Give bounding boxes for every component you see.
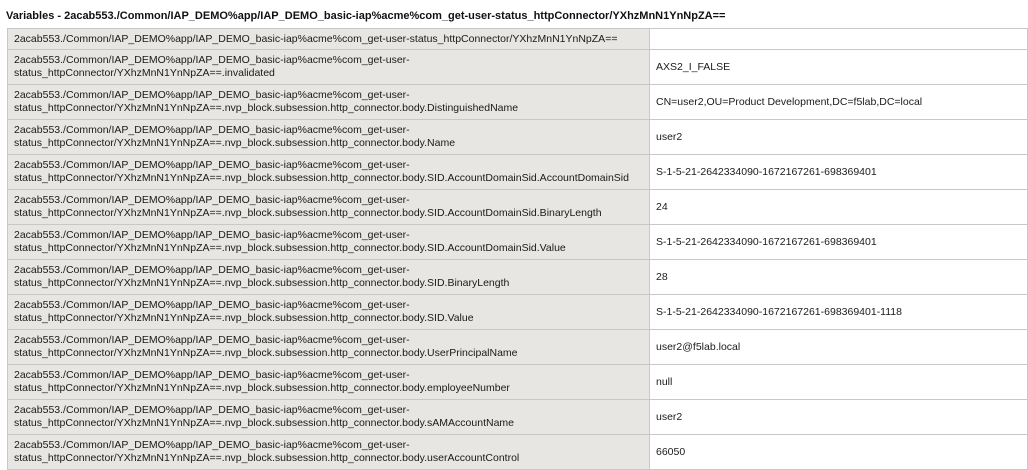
variable-value-cell: S-1-5-21-2642334090-1672167261-698369401… xyxy=(649,294,1028,330)
variable-name-line-2: status_httpConnector/YXhzMnN1YnNpZA==.in… xyxy=(14,67,275,79)
variable-row: 2acab553./Common/IAP_DEMO%app/IAP_DEMO_b… xyxy=(7,329,1028,365)
variables-table-body: 2acab553./Common/IAP_DEMO%app/IAP_DEMO_b… xyxy=(7,28,1028,470)
variable-name-line-2: status_httpConnector/YXhzMnN1YnNpZA==.nv… xyxy=(14,347,518,359)
variable-name-line-1: 2acab553./Common/IAP_DEMO%app/IAP_DEMO_b… xyxy=(14,299,410,311)
variable-name-cell: 2acab553./Common/IAP_DEMO%app/IAP_DEMO_b… xyxy=(7,364,650,400)
variable-name-line-2: status_httpConnector/YXhzMnN1YnNpZA==.nv… xyxy=(14,207,602,219)
variables-title: Variables - 2acab553./Common/IAP_DEMO%ap… xyxy=(0,0,1028,28)
variable-value-cell: 24 xyxy=(649,189,1028,225)
variable-name-line-1: 2acab553./Common/IAP_DEMO%app/IAP_DEMO_b… xyxy=(14,194,410,206)
variable-name-line-1: 2acab553./Common/IAP_DEMO%app/IAP_DEMO_b… xyxy=(14,264,410,276)
variable-name-cell: 2acab553./Common/IAP_DEMO%app/IAP_DEMO_b… xyxy=(7,28,650,50)
variable-row: 2acab553./Common/IAP_DEMO%app/IAP_DEMO_b… xyxy=(7,259,1028,295)
variable-row: 2acab553./Common/IAP_DEMO%app/IAP_DEMO_b… xyxy=(7,294,1028,330)
variable-row: 2acab553./Common/IAP_DEMO%app/IAP_DEMO_b… xyxy=(7,364,1028,400)
variable-name-cell: 2acab553./Common/IAP_DEMO%app/IAP_DEMO_b… xyxy=(7,189,650,225)
variable-name-line-1: 2acab553./Common/IAP_DEMO%app/IAP_DEMO_b… xyxy=(14,54,410,66)
variable-name-line-1: 2acab553./Common/IAP_DEMO%app/IAP_DEMO_b… xyxy=(14,159,410,171)
variable-row: 2acab553./Common/IAP_DEMO%app/IAP_DEMO_b… xyxy=(7,224,1028,260)
variable-name-line-2: status_httpConnector/YXhzMnN1YnNpZA==.nv… xyxy=(14,417,515,429)
variable-value-cell: S-1-5-21-2642334090-1672167261-698369401 xyxy=(649,154,1028,190)
variables-header-row: 2acab553./Common/IAP_DEMO%app/IAP_DEMO_b… xyxy=(7,28,1028,50)
variable-name-line-1: 2acab553./Common/IAP_DEMO%app/IAP_DEMO_b… xyxy=(14,229,410,241)
variable-row: 2acab553./Common/IAP_DEMO%app/IAP_DEMO_b… xyxy=(7,154,1028,190)
variable-name-cell: 2acab553./Common/IAP_DEMO%app/IAP_DEMO_b… xyxy=(7,119,650,155)
variable-row: 2acab553./Common/IAP_DEMO%app/IAP_DEMO_b… xyxy=(7,119,1028,155)
variable-row: 2acab553./Common/IAP_DEMO%app/IAP_DEMO_b… xyxy=(7,189,1028,225)
variable-row: 2acab553./Common/IAP_DEMO%app/IAP_DEMO_b… xyxy=(7,49,1028,85)
variable-name-cell: 2acab553./Common/IAP_DEMO%app/IAP_DEMO_b… xyxy=(7,329,650,365)
variable-name-line-1: 2acab553./Common/IAP_DEMO%app/IAP_DEMO_b… xyxy=(14,334,410,346)
variable-name-line-2: status_httpConnector/YXhzMnN1YnNpZA==.nv… xyxy=(14,382,510,394)
variable-name-line-2: status_httpConnector/YXhzMnN1YnNpZA==.nv… xyxy=(14,452,520,464)
variable-name-line-2: status_httpConnector/YXhzMnN1YnNpZA==.nv… xyxy=(14,242,566,254)
variable-value-cell: 66050 xyxy=(649,434,1028,470)
variable-name-line-2: status_httpConnector/YXhzMnN1YnNpZA==.nv… xyxy=(14,277,510,289)
variable-row: 2acab553./Common/IAP_DEMO%app/IAP_DEMO_b… xyxy=(7,84,1028,120)
variable-name-cell: 2acab553./Common/IAP_DEMO%app/IAP_DEMO_b… xyxy=(7,154,650,190)
variable-row: 2acab553./Common/IAP_DEMO%app/IAP_DEMO_b… xyxy=(7,399,1028,435)
variable-name-line-1: 2acab553./Common/IAP_DEMO%app/IAP_DEMO_b… xyxy=(14,369,410,381)
variable-name-cell: 2acab553./Common/IAP_DEMO%app/IAP_DEMO_b… xyxy=(7,259,650,295)
variable-value-cell: null xyxy=(649,364,1028,400)
variable-name-line-1: 2acab553./Common/IAP_DEMO%app/IAP_DEMO_b… xyxy=(14,89,410,101)
variable-row: 2acab553./Common/IAP_DEMO%app/IAP_DEMO_b… xyxy=(7,434,1028,470)
variable-value-cell: user2 xyxy=(649,119,1028,155)
variable-name-cell: 2acab553./Common/IAP_DEMO%app/IAP_DEMO_b… xyxy=(7,294,650,330)
variable-name-line-2: status_httpConnector/YXhzMnN1YnNpZA==.nv… xyxy=(14,102,519,114)
variable-name-cell: 2acab553./Common/IAP_DEMO%app/IAP_DEMO_b… xyxy=(7,399,650,435)
variable-value-cell: AXS2_I_FALSE xyxy=(649,49,1028,85)
variable-name-line-1: 2acab553./Common/IAP_DEMO%app/IAP_DEMO_b… xyxy=(14,404,410,416)
variable-value-cell xyxy=(649,28,1028,50)
variable-name-line-2: status_httpConnector/YXhzMnN1YnNpZA==.nv… xyxy=(14,172,629,184)
variable-value-cell: CN=user2,OU=Product Development,DC=f5lab… xyxy=(649,84,1028,120)
variable-name-cell: 2acab553./Common/IAP_DEMO%app/IAP_DEMO_b… xyxy=(7,434,650,470)
variable-value-cell: user2 xyxy=(649,399,1028,435)
variable-name-line-1: 2acab553./Common/IAP_DEMO%app/IAP_DEMO_b… xyxy=(14,124,410,136)
variable-name-cell: 2acab553./Common/IAP_DEMO%app/IAP_DEMO_b… xyxy=(7,84,650,120)
variable-name-line-2: status_httpConnector/YXhzMnN1YnNpZA==.nv… xyxy=(14,137,456,149)
variables-table: 2acab553./Common/IAP_DEMO%app/IAP_DEMO_b… xyxy=(7,28,1028,470)
variable-value-cell: 28 xyxy=(649,259,1028,295)
variable-value-cell: S-1-5-21-2642334090-1672167261-698369401 xyxy=(649,224,1028,260)
variable-value-cell: user2@f5lab.local xyxy=(649,329,1028,365)
variable-name-cell: 2acab553./Common/IAP_DEMO%app/IAP_DEMO_b… xyxy=(7,224,650,260)
variable-name-line-2: status_httpConnector/YXhzMnN1YnNpZA==.nv… xyxy=(14,312,474,324)
variable-name-line-1: 2acab553./Common/IAP_DEMO%app/IAP_DEMO_b… xyxy=(14,439,410,451)
variable-name-cell: 2acab553./Common/IAP_DEMO%app/IAP_DEMO_b… xyxy=(7,49,650,85)
